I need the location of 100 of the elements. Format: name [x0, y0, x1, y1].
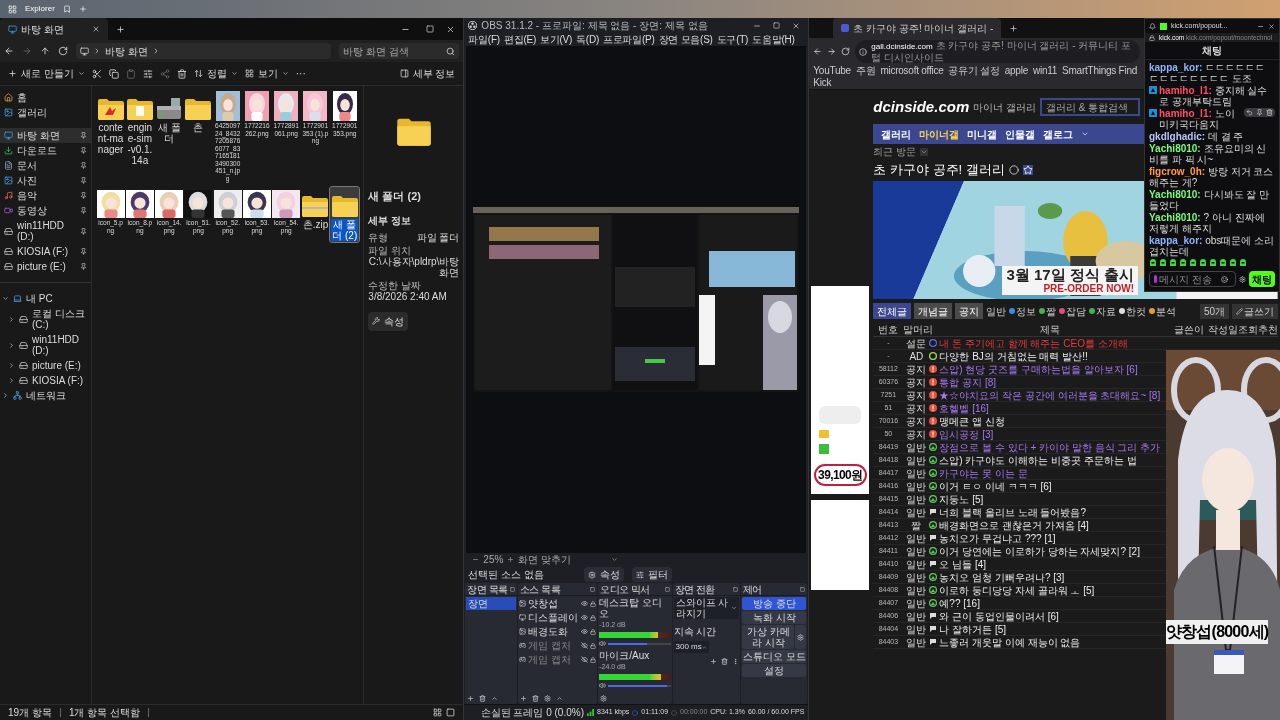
filter-link[interactable]: 분석 [1149, 303, 1177, 319]
message-input[interactable]: 메시지 전송 [1149, 271, 1236, 287]
page-size-dropdown[interactable]: 50개 [1199, 303, 1229, 319]
add-icon[interactable] [519, 694, 527, 702]
settings-icon[interactable] [600, 694, 608, 702]
more-button[interactable]: ··· [295, 66, 306, 81]
post-title[interactable]: 농치오 엄청 기뻐우려나? [3] [939, 569, 1065, 585]
source-item[interactable]: 얏창섭 [518, 597, 597, 610]
lock-icon[interactable] [590, 656, 597, 663]
cut-icon[interactable] [91, 68, 102, 79]
favorite-star-icon[interactable] [1022, 165, 1033, 175]
menu-item[interactable]: 독(D) [576, 33, 599, 46]
tree-item[interactable]: 내 PC [0, 291, 91, 306]
sidebar-item[interactable]: KIOSIA (F:) [0, 244, 91, 259]
emote-icon[interactable] [1179, 259, 1187, 267]
undock-icon[interactable] [664, 586, 670, 592]
sidebar-item[interactable]: 바탕 화면 [0, 128, 91, 143]
paste-icon[interactable] [125, 68, 136, 79]
file-item[interactable]: 촌 [183, 90, 214, 183]
emote-icon[interactable] [1209, 259, 1217, 267]
back-icon[interactable] [4, 46, 14, 56]
settings-button[interactable] [795, 625, 807, 649]
window-tab[interactable]: 바탕 화면 [0, 18, 108, 40]
control-button[interactable]: 방송 중단 [741, 597, 807, 610]
share-icon[interactable] [159, 68, 170, 79]
delete-icon[interactable] [720, 658, 728, 665]
undock-icon[interactable] [509, 586, 515, 592]
post-title[interactable]: 임시공정 [3] [939, 426, 994, 442]
tree-item[interactable]: win11HDD (D:) [0, 332, 91, 358]
bookmark-link[interactable]: microsoft office [880, 65, 944, 77]
emoji-icon[interactable] [1221, 275, 1228, 283]
undock-icon[interactable] [590, 586, 596, 592]
copy-icon[interactable] [108, 68, 119, 79]
sidebar-item[interactable]: 갤러리 [0, 105, 91, 120]
file-item[interactable]: 새 폴더 [154, 90, 184, 183]
bookmark-link[interactable]: apple [1004, 65, 1028, 77]
search-field[interactable]: 바탕 화면 검색 [339, 43, 460, 59]
eye-off-icon[interactable] [581, 642, 589, 649]
zoom-in-icon[interactable] [507, 556, 515, 563]
source-item[interactable]: 배경도화 [518, 625, 597, 638]
menu-item[interactable]: 도움말(H) [752, 33, 795, 46]
rename-field[interactable]: 새 폴더 (2) [331, 219, 359, 241]
caret-icon[interactable] [920, 147, 929, 156]
control-button[interactable]: 설정 [741, 664, 807, 677]
sidebar-item[interactable]: 다운로드 [0, 143, 91, 158]
sidebar-item[interactable]: 동영상 [0, 203, 91, 218]
scene-item[interactable]: 장면 [466, 597, 516, 610]
transition-dropdown[interactable]: 스와이프 사라지기 [673, 597, 739, 619]
delete-icon[interactable] [1266, 109, 1273, 116]
emote-icon[interactable] [1149, 259, 1157, 267]
tree-item[interactable]: KIOSIA (F:) [0, 373, 91, 388]
address-bar[interactable]: 바탕 화면 [76, 43, 332, 59]
file-item[interactable]: content-manager [96, 90, 126, 183]
post-title[interactable]: 농치오가 무겁냐고 ??? [1] [939, 530, 1056, 546]
maximize-icon[interactable] [773, 22, 781, 29]
bookmark-link[interactable]: YouTube [813, 65, 851, 77]
menu-item[interactable]: 프로파일(P) [602, 33, 655, 46]
duration-field[interactable]: 300 ms [673, 641, 709, 653]
close-icon[interactable] [91, 25, 100, 33]
lock-icon[interactable] [590, 642, 597, 649]
undock-icon[interactable] [732, 586, 738, 592]
view-button[interactable]: 보기 [244, 66, 289, 81]
filter-link[interactable]: 한컷 [1119, 303, 1147, 319]
post-title[interactable]: 느좋러 개웃말 이예 재능이 없음 [939, 634, 1081, 650]
eye-off-icon[interactable] [581, 656, 589, 663]
post-title[interactable]: 다양한 BJ의 거침없는 매력 발산!! [939, 348, 1088, 364]
post-title[interactable]: 와 근이 동업인물이려서 [6] [939, 608, 1059, 624]
sort-button[interactable]: 정렬 [193, 66, 238, 81]
zoom-out-icon[interactable] [472, 556, 480, 563]
bookmark-link[interactable]: SmartThings Find [1062, 65, 1138, 77]
filter-link[interactable]: 짤 [1039, 303, 1057, 319]
file-item[interactable]: 새 폴더 (2) [330, 187, 360, 242]
sidebar-item[interactable]: 문서 [0, 158, 91, 173]
delete-icon[interactable] [176, 68, 187, 79]
new-tab-icon[interactable] [115, 24, 125, 34]
post-title[interactable]: 나 잘하거든 [5] [939, 621, 1007, 637]
board-tab[interactable]: 개념글 [914, 303, 953, 319]
settings-icon[interactable] [1239, 275, 1246, 283]
pin-icon[interactable] [1256, 109, 1263, 116]
menu-item[interactable]: 장면 모음(S) [658, 33, 713, 46]
send-button[interactable]: 채팅 [1249, 271, 1275, 287]
up-icon[interactable] [40, 46, 50, 56]
post-title[interactable]: 이거 ㅌㅇ 이네 ㅋㅋㅋ [6] [939, 478, 1052, 494]
filter-link[interactable]: 일반 [986, 303, 1007, 319]
close-icon[interactable] [1268, 22, 1275, 30]
post-title[interactable]: 예?? [16] [939, 595, 980, 611]
post-title[interactable]: 이거 당연에는 이로하가 당하는 자세맞지? [2] [939, 543, 1140, 559]
post-title[interactable]: 맹메큰 앱 신청 [939, 413, 1005, 429]
new-tab-icon[interactable] [1009, 23, 1019, 33]
volume-icon[interactable] [599, 682, 607, 689]
nav-link[interactable]: 미니갤 [967, 126, 998, 142]
eye-icon[interactable] [581, 628, 589, 635]
board-tab[interactable]: 전체글 [873, 303, 912, 319]
menu-item[interactable]: 파일(F) [468, 33, 500, 46]
details-button[interactable]: 세부 정보 [399, 66, 456, 81]
emote-icon[interactable] [1239, 259, 1247, 267]
post-title[interactable]: 스압) 카구야도 이해하는 비중곳 주문하는 법 [939, 452, 1137, 468]
close-icon[interactable] [792, 21, 801, 30]
emote-icon[interactable] [1199, 259, 1207, 267]
tree-item[interactable]: 로컬 디스크 (C:) [0, 306, 91, 332]
